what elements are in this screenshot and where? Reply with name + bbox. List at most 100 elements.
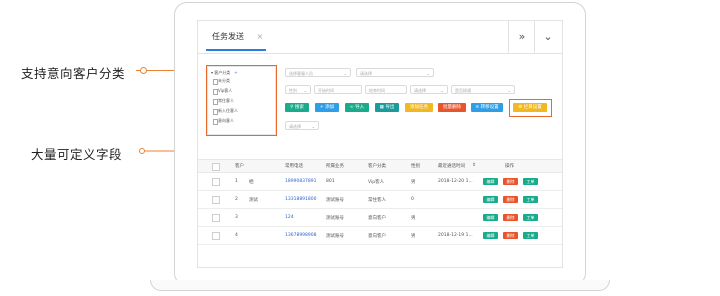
row-gender: 男 — [411, 234, 416, 239]
row-phone[interactable]: 13678998908 — [285, 233, 317, 238]
filter-end-text: 结束时间 — [369, 88, 385, 93]
caret-icon: ⌄ — [426, 71, 430, 76]
app-screen: 任务发送 × » ⌄ ▾ 客户分类 + 未分类 Vip客人 常住客人 新入住客人 … — [197, 20, 563, 268]
row-name: 栖 — [249, 180, 254, 185]
row-last-call: 2018-12-19 1... — [438, 233, 473, 238]
row-checkbox[interactable] — [212, 232, 220, 240]
col-header-phone[interactable]: 常用电话 — [285, 163, 303, 169]
add-task-button[interactable]: 添加任务 — [405, 103, 433, 112]
tab-task-send[interactable]: 任务发送 × — [212, 31, 263, 42]
filter-select-2[interactable]: 请选择 ⌄ — [410, 85, 448, 94]
delete-button[interactable]: 删除 — [503, 232, 518, 239]
filter-gender-text: 性别 — [289, 88, 297, 93]
edit-button[interactable]: 编辑 — [483, 178, 498, 185]
table-row: 2 测试 13318891800 测试账号 常住客人 0 编辑 删除 工单 — [198, 190, 562, 209]
caret-icon: ⌄ — [303, 88, 307, 93]
row-category: 意向客户 — [368, 234, 386, 239]
sort-icon[interactable]: ⇕ — [472, 163, 476, 168]
filter-start-time[interactable]: 开始时间 — [314, 85, 362, 94]
transfer-settings-button[interactable]: ≡ 转移设置 — [471, 103, 503, 112]
add-button[interactable]: + 添加 — [315, 103, 339, 112]
transfer-label: 转移设置 — [480, 105, 499, 110]
export-button[interactable]: ▦ 导出 — [375, 103, 399, 112]
filter-gender[interactable]: 性别 ⌄ — [285, 85, 311, 94]
row-category: 意向客户 — [368, 216, 386, 221]
table-header: 客户 常用电话 所属业务 客户分类 性别 最近通话时间 ⇕ 操作 — [198, 159, 562, 173]
chevron-down-icon[interactable]: ⌄ — [534, 21, 561, 53]
caret-icon: ⌄ — [311, 124, 315, 129]
export-label: 导出 — [385, 105, 395, 110]
row-business: 测试账号 — [326, 216, 344, 221]
ticket-button[interactable]: 工单 — [523, 232, 538, 239]
ticket-button[interactable]: 工单 — [523, 196, 538, 203]
edit-button[interactable]: 编辑 — [483, 232, 498, 239]
row-index: 4 — [235, 233, 238, 238]
caret-icon: ⌄ — [343, 71, 347, 76]
row-checkbox[interactable] — [212, 214, 220, 222]
row-index: 3 — [235, 215, 238, 220]
select-all-checkbox[interactable] — [212, 163, 220, 171]
filter-select-text: 请选择 — [414, 88, 426, 93]
row-phone[interactable]: 13318891800 — [285, 197, 317, 202]
row-name: 测试 — [249, 198, 258, 203]
row-business: 测试账号 — [326, 234, 344, 239]
row-business: 测试账号 — [326, 198, 344, 203]
laptop-base — [150, 280, 610, 291]
delete-button[interactable]: 删除 — [503, 178, 518, 185]
highlight-category-tree — [206, 65, 277, 136]
caret-icon: ⌄ — [507, 88, 511, 93]
ticket-button[interactable]: 工单 — [523, 178, 538, 185]
row-last-call: 2018-12-20 1... — [438, 179, 473, 184]
highlight-column-settings — [509, 99, 552, 117]
close-icon[interactable]: × — [257, 32, 264, 41]
caret-icon: ⌄ — [440, 88, 444, 93]
batch-delete-button[interactable]: 批量删除 — [438, 103, 466, 112]
col-header-business[interactable]: 所属业务 — [326, 163, 344, 169]
col-header-category[interactable]: 客户分类 — [368, 163, 386, 169]
col-header-actions: 操作 — [505, 164, 514, 169]
filter-select-text: 请选择 — [289, 124, 301, 129]
delete-button[interactable]: 删除 — [503, 214, 518, 221]
row-checkbox[interactable] — [212, 178, 220, 186]
row-category: Vip客人 — [368, 180, 385, 185]
filter-agent-text: 选择客服人员 — [289, 71, 313, 76]
row-checkbox[interactable] — [212, 196, 220, 204]
filter-select-3[interactable]: 请选择 ⌄ — [285, 121, 319, 130]
add-task-label: 添加任务 — [410, 105, 428, 110]
row-index: 2 — [235, 197, 238, 202]
import-button[interactable]: ∞ 导入 — [345, 103, 369, 112]
search-button[interactable]: ⚲ 搜索 — [285, 103, 309, 112]
row-phone[interactable]: 124 — [285, 215, 294, 220]
search-label: 搜索 — [294, 105, 304, 110]
filter-select-text: 请选择 — [360, 71, 372, 76]
filter-agent[interactable]: 选择客服人员 ⌄ — [285, 68, 351, 77]
table-row: 1 栖 18990837891 801 Vip客人 男 2018-12-20 1… — [198, 172, 562, 191]
row-index: 1 — [235, 179, 238, 184]
row-phone[interactable]: 18990837891 — [285, 179, 317, 184]
col-header-last-call[interactable]: 最近通话时间 — [438, 163, 465, 169]
add-label: 添加 — [325, 105, 335, 110]
row-gender: 0 — [411, 197, 414, 202]
ticket-button[interactable]: 工单 — [523, 214, 538, 221]
row-business: 801 — [326, 179, 335, 184]
batch-delete-label: 批量删除 — [443, 105, 461, 110]
delete-button[interactable]: 删除 — [503, 196, 518, 203]
col-header-customer[interactable]: 客户 — [235, 163, 244, 169]
expand-icon[interactable]: » — [508, 21, 535, 53]
tab-bar: 任务发送 × » ⌄ — [198, 21, 562, 54]
edit-button[interactable]: 编辑 — [483, 196, 498, 203]
tab-label: 任务发送 — [212, 32, 244, 41]
filter-select-1[interactable]: 请选择 ⌄ — [356, 68, 434, 77]
row-gender: 男 — [411, 216, 416, 221]
filter-connected[interactable]: 是否拨通 ⌄ — [451, 85, 515, 94]
filter-connected-text: 是否拨通 — [455, 88, 471, 93]
col-header-gender[interactable]: 性别 — [411, 163, 420, 169]
tab-active-indicator — [206, 49, 266, 51]
table-row: 4 13678998908 测试账号 意向客户 男 2018-12-19 1..… — [198, 226, 562, 245]
row-gender: 男 — [411, 180, 416, 185]
filter-end-time[interactable]: 结束时间 — [365, 85, 407, 94]
table-row: 3 124 测试账号 意向客户 男 编辑 删除 工单 — [198, 208, 562, 227]
import-label: 导入 — [355, 105, 365, 110]
edit-button[interactable]: 编辑 — [483, 214, 498, 221]
filter-start-text: 开始时间 — [318, 88, 334, 93]
